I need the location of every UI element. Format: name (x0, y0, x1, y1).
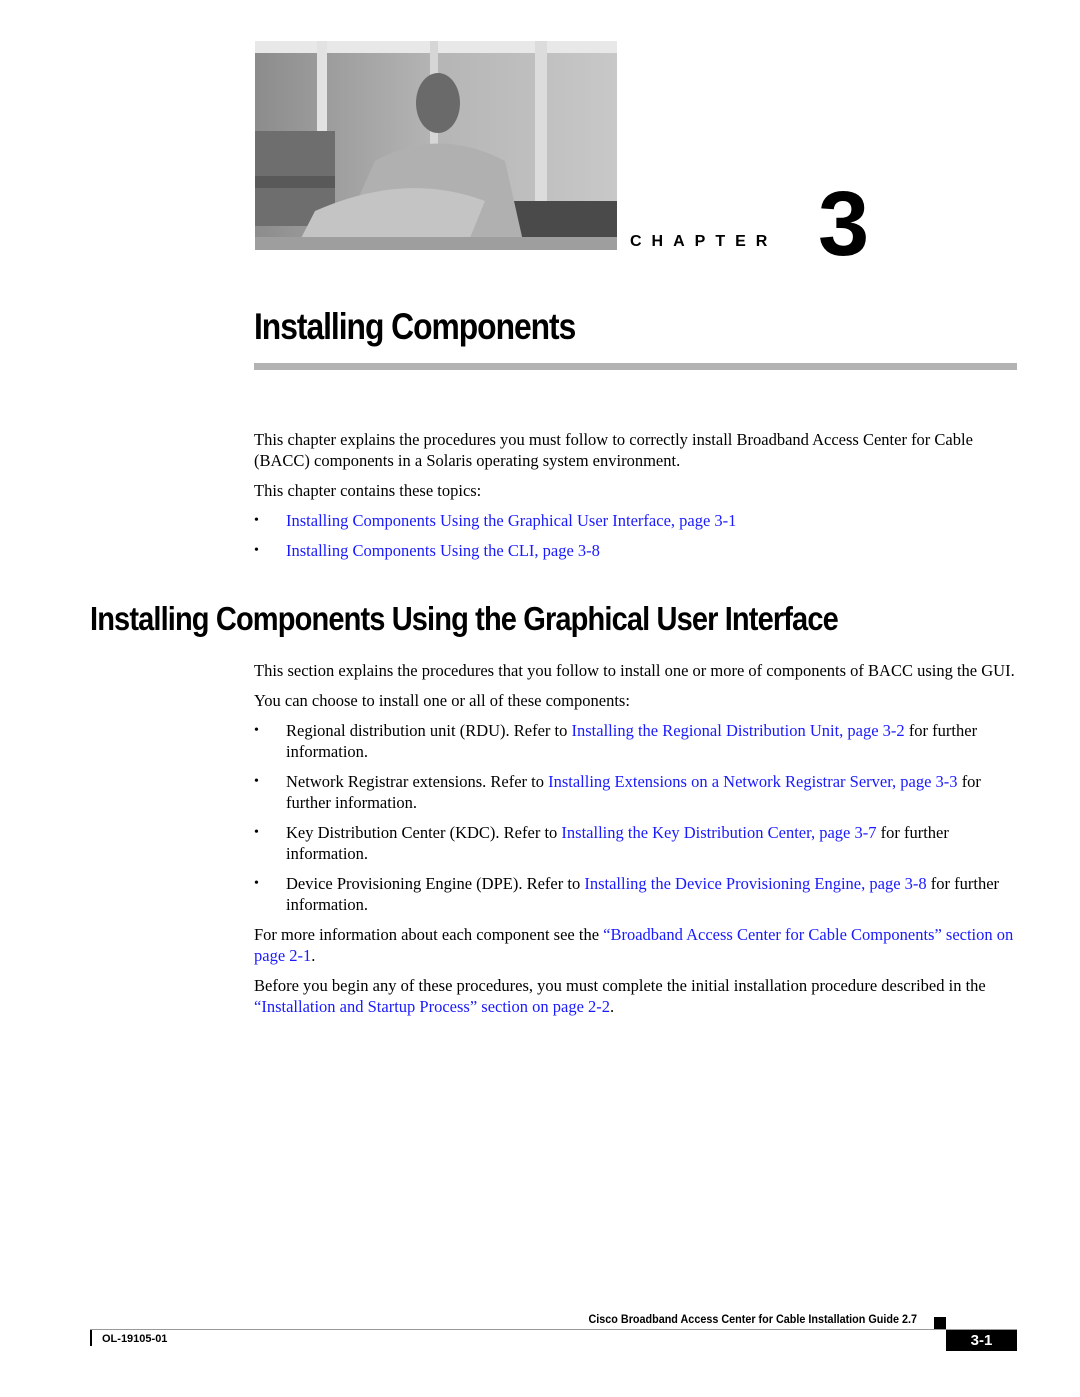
footer-tick (90, 1330, 92, 1346)
topic-item: • Installing Components Using the CLI, p… (254, 540, 1020, 561)
more-info-after: . (311, 946, 316, 965)
bullet-icon: • (254, 723, 259, 738)
more-info-text: For more information about each componen… (254, 925, 604, 944)
section-heading: Installing Components Using the Graphica… (90, 600, 839, 637)
footer-guide-title: Cisco Broadband Access Center for Cable … (588, 1312, 917, 1326)
chapter-intro: This chapter explains the procedures you… (254, 429, 1020, 570)
component-text: Network Registrar extensions. Refer to (286, 772, 549, 791)
intro-paragraph: This chapter explains the procedures you… (254, 430, 973, 470)
component-item-nr-extensions: • Network Registrar extensions. Refer to… (254, 771, 1020, 813)
more-info-paragraph: For more information about each componen… (254, 924, 1020, 966)
link-dpe[interactable]: Installing the Device Provisioning Engin… (584, 874, 926, 893)
topic-list: • Installing Components Using the Graphi… (254, 510, 1020, 561)
section-paragraph: This section explains the procedures tha… (254, 661, 1015, 680)
component-item-kdc: • Key Distribution Center (KDC). Refer t… (254, 822, 1020, 864)
bullet-icon: • (254, 876, 259, 891)
link-rdu[interactable]: Installing the Regional Distribution Uni… (572, 721, 905, 740)
topic-link-gui[interactable]: Installing Components Using the Graphica… (286, 511, 736, 530)
footer-rule (90, 1329, 1017, 1330)
link-kdc[interactable]: Installing the Key Distribution Center, … (561, 823, 876, 842)
link-nr-extensions[interactable]: Installing Extensions on a Network Regis… (548, 772, 957, 791)
component-list: • Regional distribution unit (RDU). Refe… (254, 720, 1020, 915)
section-body: This section explains the procedures tha… (254, 660, 1020, 1026)
section-components-lead: You can choose to install one or all of … (254, 691, 630, 710)
chapter-label: CHAPTER (630, 233, 778, 250)
page-number: 3-1 (946, 1330, 1017, 1351)
component-text: Device Provisioning Engine (DPE). Refer … (286, 874, 585, 893)
prerequisite-paragraph: Before you begin any of these procedures… (254, 975, 1020, 1017)
topic-link-cli[interactable]: Installing Components Using the CLI, pag… (286, 541, 600, 560)
chapter-title: Installing Components (254, 306, 576, 347)
component-item-rdu: • Regional distribution unit (RDU). Refe… (254, 720, 1020, 762)
intro-topics-lead: This chapter contains these topics: (254, 481, 482, 500)
prerequisite-text: Before you begin any of these procedures… (254, 976, 986, 995)
bullet-icon: • (254, 825, 259, 840)
bullet-icon: • (254, 774, 259, 789)
title-rule (254, 363, 1017, 370)
component-text: Regional distribution unit (RDU). Refer … (286, 721, 572, 740)
footer-marker (934, 1317, 946, 1329)
chapter-number: 3 (818, 173, 870, 275)
photo-image (255, 41, 617, 250)
footer-doc-number: OL-19105-01 (102, 1333, 168, 1345)
topic-item: • Installing Components Using the Graphi… (254, 510, 1020, 531)
component-text: Key Distribution Center (KDC). Refer to (286, 823, 562, 842)
component-item-dpe: • Device Provisioning Engine (DPE). Refe… (254, 873, 1020, 915)
link-installation-startup[interactable]: “Installation and Startup Process” secti… (254, 997, 610, 1016)
bullet-icon: • (254, 513, 259, 528)
prerequisite-after: . (610, 997, 615, 1016)
chapter-photo (255, 41, 617, 250)
bullet-icon: • (254, 543, 259, 558)
